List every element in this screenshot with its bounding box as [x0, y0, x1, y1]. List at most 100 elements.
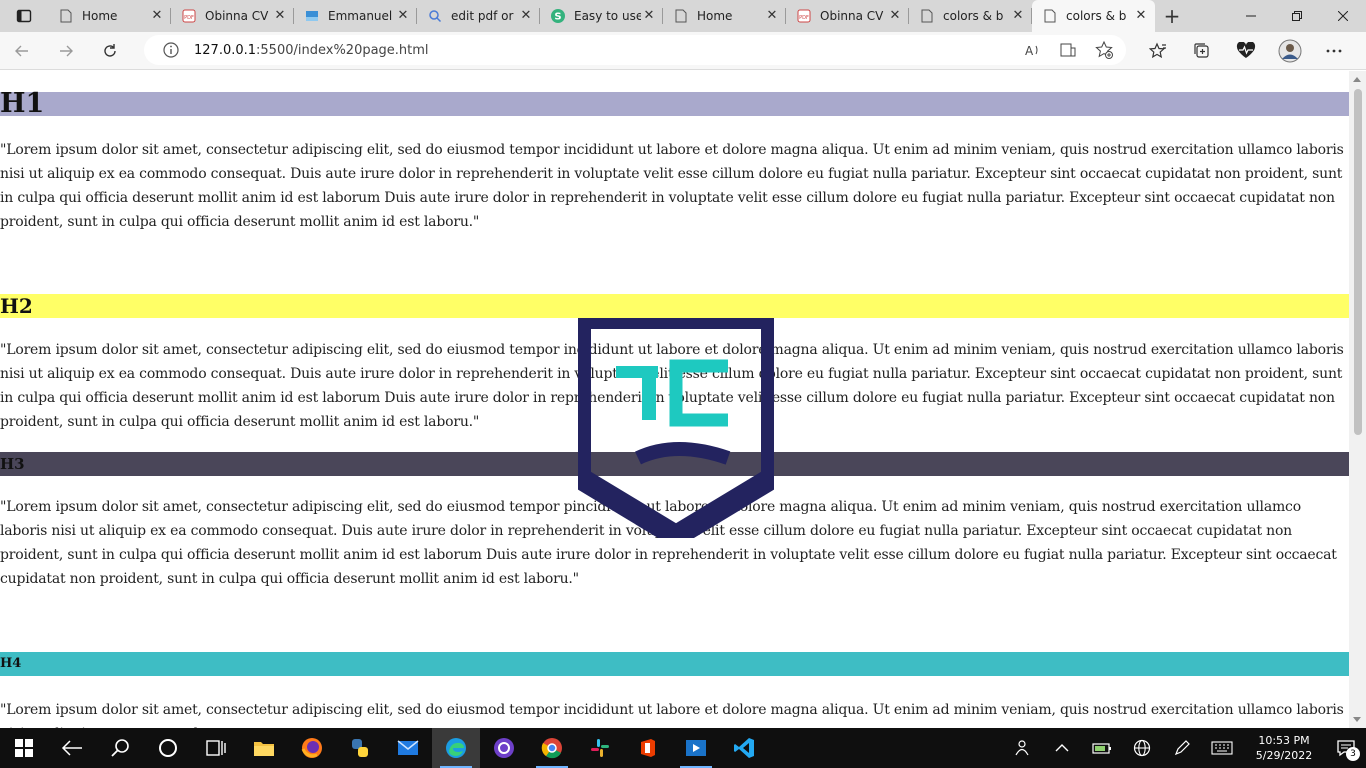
folder-icon [254, 742, 274, 756]
svg-text:PDF: PDF [184, 15, 194, 21]
minimize-icon [1246, 15, 1256, 17]
close-icon[interactable]: ✕ [1133, 8, 1149, 24]
tab-colors-1[interactable]: colors & b ✕ [909, 0, 1032, 32]
slack-icon [591, 739, 609, 757]
search-button[interactable] [96, 728, 144, 768]
clock-date: 5/29/2022 [1255, 749, 1313, 762]
tab-title: Easy to use [574, 9, 641, 23]
paragraph-1: "Lorem ipsum dolor sit amet, consectetur… [0, 142, 1344, 230]
close-icon[interactable]: ✕ [149, 8, 165, 24]
clock-time: 10:53 PM [1258, 734, 1310, 747]
mail-button[interactable] [384, 728, 432, 768]
github-button[interactable] [480, 728, 528, 768]
scroll-down-icon[interactable] [1353, 717, 1361, 722]
task-view-icon [206, 740, 226, 756]
tab-colors-active[interactable]: colors & b ✕ [1032, 0, 1155, 32]
media-player-button[interactable] [672, 728, 720, 768]
chrome-icon [541, 738, 562, 759]
scroll-thumb[interactable] [1354, 89, 1362, 435]
address-bar-actions: A [1022, 40, 1114, 60]
back-task-button[interactable] [48, 728, 96, 768]
favorites-button[interactable] [1136, 35, 1180, 67]
profile-button[interactable] [1268, 35, 1312, 67]
firefox-button[interactable] [288, 728, 336, 768]
tab-home[interactable]: Home ✕ [48, 0, 171, 32]
tab-obinna-cv[interactable]: PDF Obinna CV ✕ [171, 0, 294, 32]
cortana-button[interactable] [144, 728, 192, 768]
refresh-button[interactable] [88, 35, 132, 67]
tab-home-2[interactable]: Home ✕ [663, 0, 786, 32]
svg-text:A: A [1025, 44, 1034, 58]
tab-edit-pdf[interactable]: edit pdf or ✕ [417, 0, 540, 32]
close-icon [1338, 11, 1348, 21]
start-button[interactable] [0, 728, 48, 768]
back-button[interactable] [0, 35, 44, 67]
address-bar[interactable]: 127.0.0.1:5500/index%20page.html A [144, 35, 1126, 65]
new-tab-button[interactable]: + [1155, 0, 1189, 32]
network-button[interactable] [1122, 728, 1162, 768]
s-brand-icon: S [550, 8, 566, 24]
tab-actions-button[interactable] [0, 0, 48, 32]
close-window-button[interactable] [1320, 0, 1366, 32]
heading-2: H2 [0, 294, 33, 318]
info-icon[interactable] [162, 41, 180, 59]
chrome-button[interactable] [528, 728, 576, 768]
close-icon[interactable]: ✕ [1010, 8, 1026, 24]
tab-obinna-cv-2[interactable]: PDF Obinna CV ✕ [786, 0, 909, 32]
close-icon[interactable]: ✕ [395, 8, 411, 24]
python-button[interactable] [336, 728, 384, 768]
collections-button[interactable] [1180, 35, 1224, 67]
health-button[interactable] [1224, 35, 1268, 67]
browser-tools [1136, 35, 1356, 67]
web-page: H1 "Lorem ipsum dolor sit amet, consecte… [0, 71, 1349, 728]
touch-keyboard-button[interactable] [1202, 728, 1242, 768]
restore-button[interactable] [1274, 0, 1320, 32]
taskbar-clock[interactable]: 10:53 PM 5/29/2022 [1242, 733, 1326, 763]
close-icon[interactable]: ✕ [518, 8, 534, 24]
vertical-scrollbar[interactable] [1349, 71, 1366, 728]
arrow-left-icon [15, 45, 28, 56]
task-view-button[interactable] [192, 728, 240, 768]
cortana-icon [159, 739, 177, 757]
avatar [1278, 39, 1302, 63]
page-icon [1042, 8, 1058, 24]
notification-count-badge: 3 [1346, 747, 1360, 761]
add-favorite-icon[interactable] [1094, 40, 1114, 60]
pdf-icon: PDF [796, 8, 812, 24]
url-host: 127.0.0.1 [194, 42, 257, 58]
battery-button[interactable] [1082, 728, 1122, 768]
tc-shield-logo [578, 318, 774, 538]
tab-title: colors & b [943, 9, 1004, 23]
close-icon[interactable]: ✕ [887, 8, 903, 24]
read-aloud-icon[interactable]: A [1022, 40, 1042, 60]
vscode-button[interactable] [720, 728, 768, 768]
favorites-icon [1149, 42, 1166, 59]
edge-button[interactable] [432, 728, 480, 768]
more-button[interactable] [1312, 35, 1356, 67]
keyboard-icon [1211, 741, 1233, 755]
battery-icon [1092, 743, 1111, 754]
tab-easy-to-use[interactable]: S Easy to use ✕ [540, 0, 663, 32]
office-button[interactable] [624, 728, 672, 768]
arrow-right-icon [60, 45, 73, 56]
immersive-reader-icon[interactable] [1058, 40, 1078, 60]
page-icon [673, 8, 689, 24]
tab-title: edit pdf or [451, 9, 514, 23]
action-center-button[interactable]: 3 [1326, 728, 1366, 768]
tab-title: Home [697, 9, 733, 23]
page-icon [919, 8, 935, 24]
pen-button[interactable] [1162, 728, 1202, 768]
file-explorer-button[interactable] [240, 728, 288, 768]
people-button[interactable] [1002, 728, 1042, 768]
minimize-button[interactable] [1228, 0, 1274, 32]
show-hidden-icons-button[interactable] [1042, 728, 1082, 768]
close-icon[interactable]: ✕ [641, 8, 657, 24]
heading-4: H4 [0, 656, 22, 671]
close-icon[interactable]: ✕ [272, 8, 288, 24]
forward-button[interactable] [44, 35, 88, 67]
close-icon[interactable]: ✕ [764, 8, 780, 24]
scroll-up-icon[interactable] [1353, 77, 1361, 82]
tab-emmanuel[interactable]: Emmanuel ✕ [294, 0, 417, 32]
slack-button[interactable] [576, 728, 624, 768]
heading-1: H1 [0, 88, 45, 119]
